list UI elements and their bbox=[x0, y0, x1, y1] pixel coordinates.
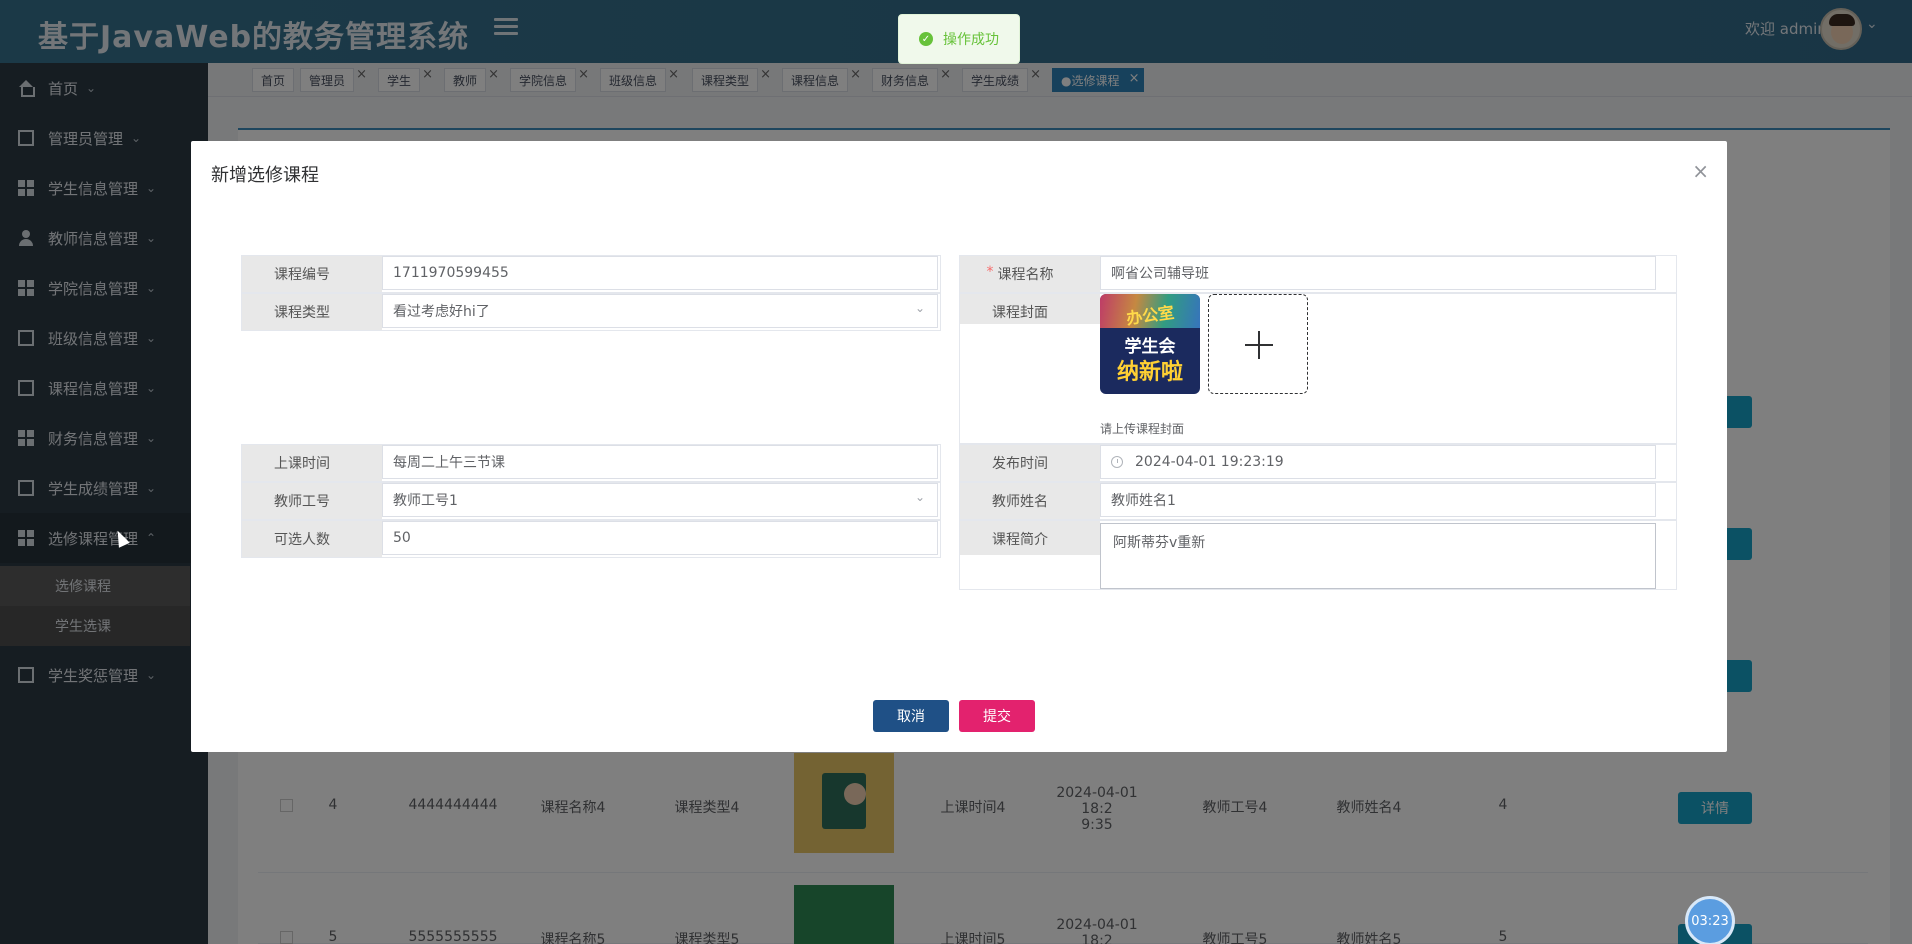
success-toast: ✓ 操作成功 bbox=[898, 14, 1020, 64]
field-label: 教师姓名 bbox=[960, 483, 1080, 519]
course-name-input[interactable]: 啊省公司辅导班 bbox=[1100, 256, 1656, 290]
field-course-code: 课程编号 1711970599455 bbox=[241, 255, 941, 293]
dialog-title: 新增选修课程 bbox=[211, 165, 319, 186]
label-spacer bbox=[1080, 294, 1100, 324]
cover-image[interactable]: 办公室 学生会 纳新啦 bbox=[1100, 294, 1200, 394]
field-label: 上课时间 bbox=[242, 445, 362, 481]
close-icon[interactable]: × bbox=[1692, 159, 1709, 183]
upload-button[interactable] bbox=[1208, 294, 1308, 394]
field-publish-time: 发布时间 2024-04-01 19:23:19 bbox=[959, 444, 1677, 482]
field-teacher-name: 教师姓名 教师姓名1 bbox=[959, 482, 1677, 520]
add-elective-dialog: 新增选修课程 × 课程编号 1711970599455 课程类型 看过考虑好hi… bbox=[191, 141, 1727, 752]
submit-button[interactable]: 提交 bbox=[959, 700, 1035, 732]
field-label: 课程简介 bbox=[960, 521, 1080, 555]
plus-icon bbox=[1258, 331, 1260, 359]
class-time-input[interactable]: 每周二上午三节课 bbox=[382, 445, 938, 479]
capacity-input[interactable]: 50 bbox=[382, 521, 938, 555]
field-course-name: * 课程名称 啊省公司辅导班 bbox=[959, 255, 1677, 293]
teacher-name-input[interactable]: 教师姓名1 bbox=[1100, 483, 1656, 517]
field-label: 发布时间 bbox=[960, 445, 1080, 481]
select-value: 看过考虑好hi了 bbox=[393, 304, 490, 320]
cover-image-text: 纳新啦 bbox=[1116, 360, 1183, 385]
field-intro: 课程简介 阿斯蒂芬v重新 bbox=[959, 520, 1677, 590]
field-label: 课程编号 bbox=[242, 256, 362, 292]
intro-textarea[interactable]: 阿斯蒂芬v重新 bbox=[1100, 523, 1656, 589]
label-spacer bbox=[1080, 256, 1100, 292]
label-spacer bbox=[1080, 483, 1100, 519]
check-circle-icon: ✓ bbox=[919, 32, 933, 46]
field-label: * 课程名称 bbox=[960, 256, 1080, 292]
field-label: 课程封面 bbox=[960, 294, 1080, 324]
label-spacer bbox=[362, 294, 382, 330]
label-spacer bbox=[1080, 521, 1100, 555]
field-label: 教师工号 bbox=[242, 483, 362, 519]
toast-message: 操作成功 bbox=[943, 32, 999, 48]
chevron-down-icon: ⌄ bbox=[914, 301, 925, 315]
field-capacity: 可选人数 50 bbox=[241, 520, 941, 558]
upload-hint: 请上传课程封面 bbox=[1100, 422, 1185, 436]
field-cover: 课程封面 办公室 学生会 纳新啦 请上传课程封面 bbox=[959, 293, 1677, 444]
field-course-type: 课程类型 看过考虑好hi了 ⌄ bbox=[241, 293, 941, 331]
required-mark: * bbox=[986, 264, 994, 280]
teacher-no-select[interactable]: 教师工号1 ⌄ bbox=[382, 483, 938, 517]
field-label: 课程类型 bbox=[242, 294, 362, 330]
select-value: 教师工号1 bbox=[393, 493, 458, 509]
field-teacher-no: 教师工号 教师工号1 ⌄ bbox=[241, 482, 941, 520]
chevron-down-icon: ⌄ bbox=[914, 490, 925, 504]
publish-time-picker[interactable]: 2024-04-01 19:23:19 bbox=[1100, 445, 1656, 479]
cancel-button[interactable]: 取消 bbox=[873, 700, 949, 732]
field-label-text: 课程名称 bbox=[997, 267, 1054, 283]
clock-icon bbox=[1111, 456, 1123, 468]
label-spacer bbox=[362, 483, 382, 519]
label-spacer bbox=[1080, 445, 1100, 481]
field-label: 可选人数 bbox=[242, 521, 362, 557]
field-class-time: 上课时间 每周二上午三节课 bbox=[241, 444, 941, 482]
label-spacer bbox=[362, 521, 382, 557]
timer-badge[interactable]: 03:23 bbox=[1685, 896, 1735, 944]
course-code-input[interactable]: 1711970599455 bbox=[382, 256, 938, 290]
course-type-select[interactable]: 看过考虑好hi了 ⌄ bbox=[382, 294, 938, 328]
picker-value: 2024-04-01 19:23:19 bbox=[1135, 454, 1284, 470]
label-spacer bbox=[362, 256, 382, 292]
label-spacer bbox=[362, 445, 382, 481]
